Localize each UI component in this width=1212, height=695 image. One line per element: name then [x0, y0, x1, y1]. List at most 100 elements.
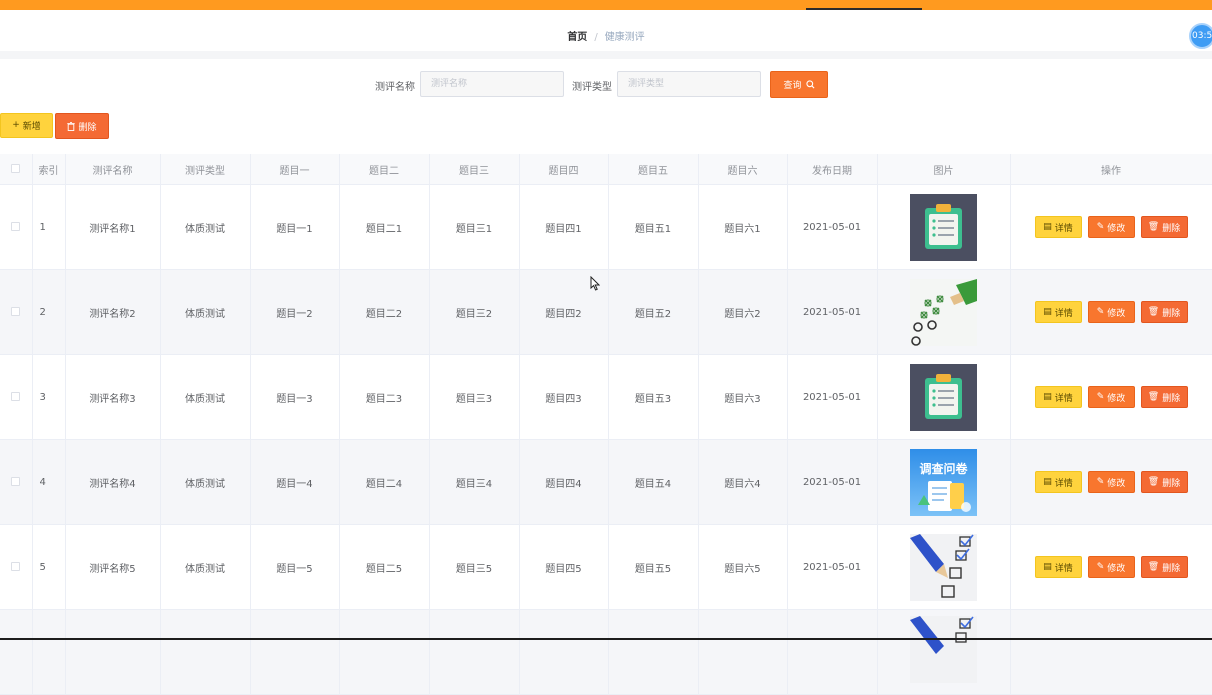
table-row: 5 测评名称5 体质测试 题目一5 题目二5 题目三5 题目四5 题目五5 题目… — [0, 524, 1212, 610]
table-row: 2 测评名称2 体质测试 题目一2 题目二2 题目三2 题目四2 题目五2 题目… — [0, 269, 1212, 355]
row-index: 4 — [32, 439, 66, 525]
delete-label: 删除 — [1162, 393, 1181, 404]
row-image-cell — [877, 524, 1011, 610]
search-name-label: 测评名称 — [375, 82, 415, 93]
detail-label: 详情 — [1054, 308, 1073, 319]
detail-button[interactable]: ▤ 详情 — [1034, 386, 1082, 408]
search-type-input[interactable] — [617, 71, 761, 97]
edit-button[interactable]: ✎ 修改 — [1087, 471, 1135, 493]
clipboard-thumbnail[interactable] — [910, 193, 977, 261]
table-row-partial — [0, 609, 1212, 695]
row-checkbox[interactable] — [11, 222, 21, 231]
clock-badge[interactable]: 03:5 — [1189, 23, 1212, 49]
edit-button[interactable]: ✎ 修改 — [1087, 216, 1135, 238]
row-q4: 题目四1 — [519, 184, 609, 270]
column-header: 题目五 — [608, 154, 699, 185]
add-button[interactable]: + 新增 — [0, 113, 53, 138]
checkbox-thumbnail[interactable] — [910, 616, 977, 683]
row-q2: 题目二2 — [339, 269, 430, 355]
row-q6 — [698, 609, 788, 695]
detail-button[interactable]: ▤ 详情 — [1034, 556, 1082, 578]
checkbox-thumbnail[interactable] — [910, 533, 977, 601]
detail-button[interactable]: ▤ 详情 — [1034, 216, 1082, 238]
row-name: 测评名称4 — [65, 439, 161, 525]
delete-button[interactable]: 🗑 删除 — [1140, 386, 1188, 408]
column-header: 题目二 — [339, 154, 430, 185]
edit-label: 修改 — [1107, 223, 1126, 234]
row-checkbox[interactable] — [11, 562, 21, 571]
breadcrumb-current: 健康测评 — [604, 32, 645, 43]
query-button-label: 查询 — [783, 81, 802, 91]
row-actions-cell: ▤ 详情 ✎ 修改 🗑 删除 — [1010, 269, 1212, 355]
row-index: 3 — [32, 354, 66, 440]
row-select-cell — [0, 439, 33, 525]
delete-button[interactable]: 🗑 删除 — [1140, 216, 1188, 238]
row-type: 体质测试 — [160, 439, 251, 525]
clipboard-thumbnail[interactable] — [910, 363, 977, 431]
row-image-cell — [877, 354, 1011, 440]
column-header: 题目六 — [698, 154, 788, 185]
select-all-checkbox[interactable] — [11, 164, 21, 173]
delete-label: 删除 — [1162, 478, 1181, 489]
add-button-label: 新增 — [22, 122, 41, 132]
row-date: 2021-05-01 — [787, 524, 878, 610]
breadcrumb-home[interactable]: 首页 — [567, 32, 587, 43]
row-type — [160, 609, 251, 695]
row-checkbox[interactable] — [11, 477, 21, 486]
row-q5: 题目五3 — [608, 354, 699, 440]
row-q6: 题目六3 — [698, 354, 788, 440]
row-name: 测评名称1 — [65, 184, 161, 270]
detail-label: 详情 — [1054, 478, 1073, 489]
row-name: 测评名称2 — [65, 269, 161, 355]
row-q1: 题目一5 — [250, 524, 340, 610]
plus-icon: + — [12, 120, 20, 130]
row-select-cell — [0, 354, 33, 440]
edit-label: 修改 — [1107, 393, 1126, 404]
row-checkbox[interactable] — [11, 392, 21, 401]
pencil-icon: ✎ — [1096, 306, 1105, 317]
row-q4: 题目四3 — [519, 354, 609, 440]
document-icon: ▤ — [1043, 561, 1052, 572]
edit-button[interactable]: ✎ 修改 — [1087, 301, 1135, 323]
row-actions-cell: ▤ 详情 ✎ 修改 🗑 删除 — [1010, 354, 1212, 440]
query-button[interactable]: 查询 — [770, 71, 828, 98]
column-header: 测评名称 — [65, 154, 161, 185]
edit-button[interactable]: ✎ 修改 — [1087, 386, 1135, 408]
row-q2: 题目二4 — [339, 439, 430, 525]
detail-label: 详情 — [1054, 563, 1073, 574]
detail-button[interactable]: ▤ 详情 — [1034, 471, 1082, 493]
delete-button[interactable]: 🗑 删除 — [1140, 471, 1188, 493]
detail-button[interactable]: ▤ 详情 — [1034, 301, 1082, 323]
column-header: 题目一 — [250, 154, 340, 185]
document-icon: ▤ — [1043, 476, 1052, 487]
row-q3: 题目三2 — [429, 269, 520, 355]
survey-thumbnail[interactable]: 调查问卷 — [910, 448, 977, 516]
row-name: 测评名称5 — [65, 524, 161, 610]
search-name-input[interactable] — [420, 71, 564, 97]
row-actions-cell — [1010, 609, 1212, 695]
detail-label: 详情 — [1054, 393, 1073, 404]
row-q4: 题目四4 — [519, 439, 609, 525]
row-select-cell — [0, 269, 33, 355]
checklist-thumbnail[interactable] — [910, 278, 977, 346]
delete-button[interactable]: 🗑 删除 — [1140, 301, 1188, 323]
delete-button[interactable]: 🗑 删除 — [1140, 556, 1188, 578]
breadcrumb-separator: / — [594, 32, 598, 43]
row-select-cell — [0, 609, 33, 695]
edit-label: 修改 — [1107, 308, 1126, 319]
row-q6: 题目六1 — [698, 184, 788, 270]
column-header: 测评类型 — [160, 154, 251, 185]
batch-delete-button[interactable]: 删除 — [55, 113, 109, 139]
column-header: 题目四 — [519, 154, 609, 185]
row-checkbox[interactable] — [11, 307, 21, 316]
row-type: 体质测试 — [160, 184, 251, 270]
breadcrumb: 首页 / 健康测评 — [0, 28, 1212, 43]
trash-icon: 🗑 — [1147, 221, 1160, 232]
row-index — [32, 609, 66, 695]
delete-label: 删除 — [1162, 223, 1181, 234]
row-date: 2021-05-01 — [787, 269, 878, 355]
row-q4 — [519, 609, 609, 695]
row-date — [787, 609, 878, 695]
edit-button[interactable]: ✎ 修改 — [1087, 556, 1135, 578]
row-q1: 题目一3 — [250, 354, 340, 440]
